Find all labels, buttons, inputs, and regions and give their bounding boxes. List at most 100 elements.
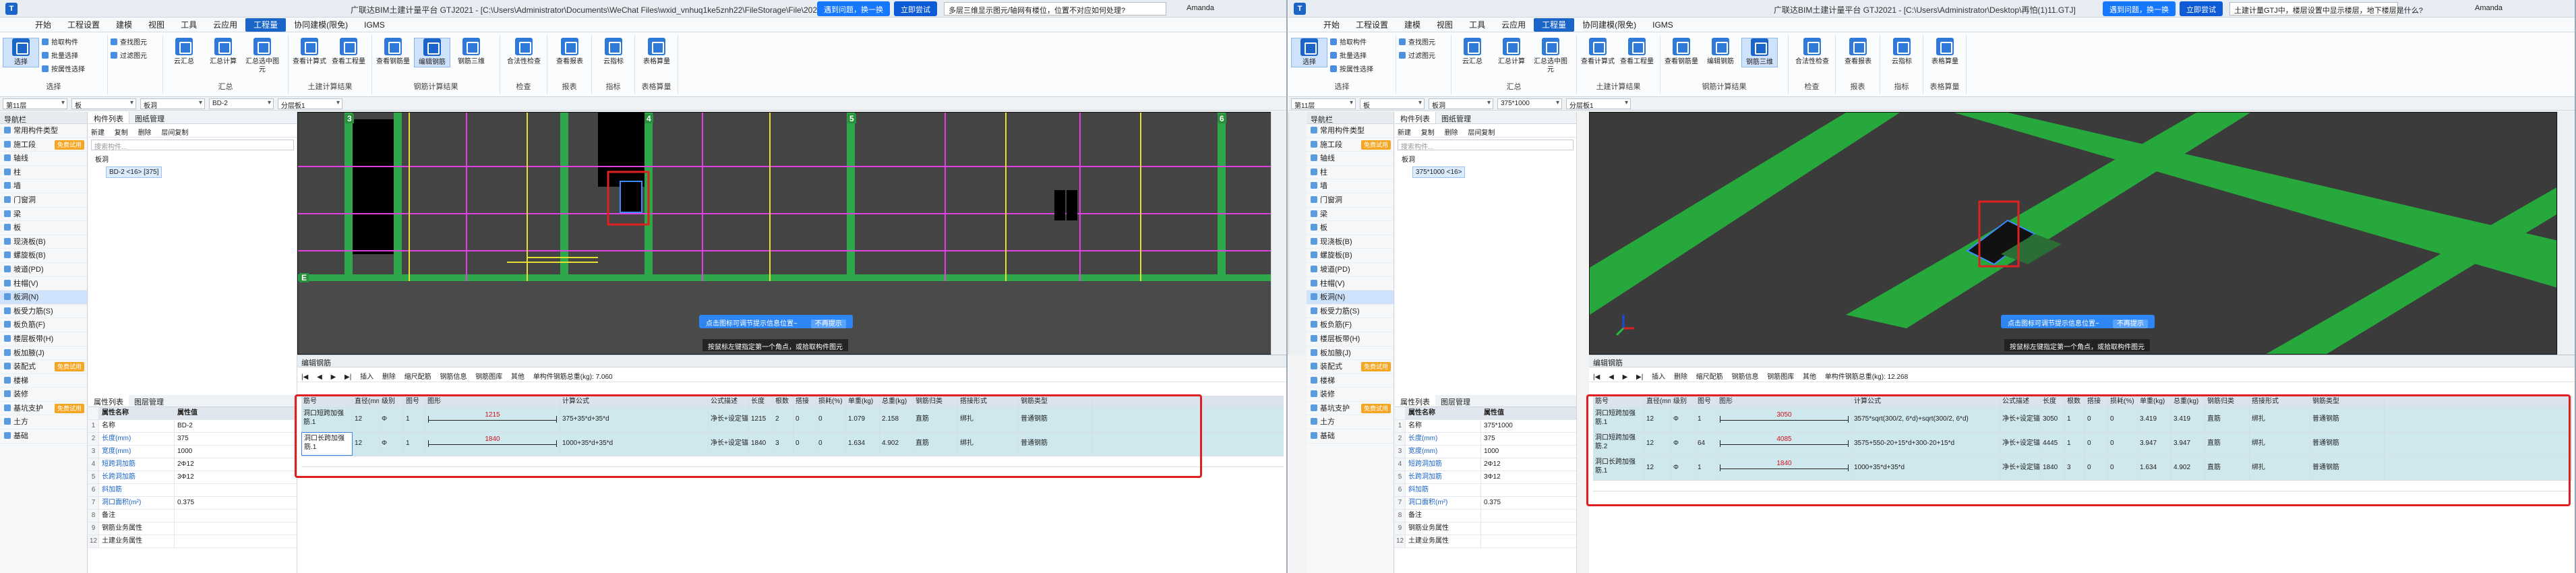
nav-prev-icon[interactable]: ◀ xyxy=(1609,373,1614,381)
cloud-summary-button[interactable]: 云汇总 xyxy=(1454,38,1491,66)
nav-item[interactable]: 板洞(N) xyxy=(1307,291,1394,305)
nav-item[interactable]: 装配式 免费试用 xyxy=(1307,360,1394,374)
rebar-3d-button[interactable]: 钢筋三维 xyxy=(1741,38,1778,67)
prop-row[interactable]: 8 备注 xyxy=(1395,510,1576,522)
component-search-input[interactable]: 搜索构件... xyxy=(1398,140,1574,151)
nav-next-icon[interactable]: ▶ xyxy=(331,373,336,381)
filter-element-button[interactable]: 过滤图元 xyxy=(1399,51,1435,62)
type-select[interactable]: 板洞 xyxy=(1429,98,1493,110)
prop-row[interactable]: 2 长度(mm) 375 xyxy=(88,433,297,446)
nav-item[interactable]: 板 xyxy=(0,221,87,235)
menu-quantity[interactable]: 工程量 xyxy=(1534,18,1575,32)
nav-item[interactable]: 基坑支护 免费试用 xyxy=(1307,402,1394,416)
nav-item[interactable]: 坡道(PD) xyxy=(0,263,87,277)
prop-row[interactable]: 4 短跨洞加筋 2Φ12 xyxy=(88,458,297,471)
cloud-index-button[interactable]: 云指标 xyxy=(1884,38,1920,66)
nav-item[interactable]: 板负筋(F) xyxy=(1307,318,1394,332)
new-button[interactable]: 新建 xyxy=(1398,129,1411,137)
menu-tools[interactable]: 工具 xyxy=(173,18,205,32)
delete-row-button[interactable]: 删除 xyxy=(1674,373,1687,381)
prop-row[interactable]: 12 土建业务属性 xyxy=(1395,535,1576,548)
view-report-button[interactable]: 查看报表 xyxy=(551,38,588,66)
component-select[interactable]: BD-2 xyxy=(209,98,274,109)
view-quantity-button[interactable]: 查看工程量 xyxy=(1619,38,1655,66)
nav-item[interactable]: 土方 xyxy=(0,415,87,430)
3d-viewport[interactable]: 点击图标可调节提示信息位置~ 不再提示 按鼠标左键指定第一个角点，或拾取构件图元 xyxy=(1589,112,2557,355)
nav-item[interactable]: 土方 xyxy=(1307,415,1394,430)
tab-layers[interactable]: 图层管理 xyxy=(129,395,169,406)
copy-button[interactable]: 复制 xyxy=(115,129,128,137)
menu-start[interactable]: 开始 xyxy=(27,18,59,32)
nav-item[interactable]: 梁 xyxy=(0,208,87,222)
other-menu[interactable]: 其他 xyxy=(511,373,525,381)
nav-item[interactable]: 墙 xyxy=(0,179,87,193)
help-banner[interactable]: 遇到问题，换一换 xyxy=(817,1,890,16)
prop-row[interactable]: 8 备注 xyxy=(88,510,297,522)
nav-prev-icon[interactable]: ◀ xyxy=(317,373,322,381)
user-name[interactable]: Amanda xyxy=(2475,4,2503,12)
prop-value[interactable]: 2Φ12 xyxy=(1481,458,1576,471)
nav-item[interactable]: 螺旋板(B) xyxy=(1307,249,1394,263)
nav-item[interactable]: 轴线 xyxy=(0,152,87,166)
nav-item[interactable]: 楼层板带(H) xyxy=(1307,332,1394,346)
dont-show-button[interactable]: 不再提示 xyxy=(2112,320,2148,328)
tab-props[interactable]: 属性列表 xyxy=(88,395,129,406)
delete-button[interactable]: 删除 xyxy=(1445,129,1458,137)
select-button[interactable]: 选择 xyxy=(1291,38,1327,67)
select-button[interactable]: 选择 xyxy=(3,38,39,67)
nav-item[interactable]: 楼梯 xyxy=(1307,374,1394,388)
nav-last-icon[interactable]: ▶| xyxy=(345,373,351,381)
cloud-summary-button[interactable]: 云汇总 xyxy=(166,38,202,66)
nav-item[interactable]: 柱 xyxy=(0,166,87,180)
cloud-index-button[interactable]: 云指标 xyxy=(595,38,632,66)
find-element-button[interactable]: 查找图元 xyxy=(1399,38,1435,49)
prop-row[interactable]: 3 宽度(mm) 1000 xyxy=(88,446,297,458)
rebar-library-button[interactable]: 钢筋图库 xyxy=(475,373,502,381)
dont-show-button[interactable]: 不再提示 xyxy=(810,320,846,328)
batch-select-button[interactable]: 批量选择 xyxy=(1330,51,1367,62)
menu-collab[interactable]: 协同建模(限免) xyxy=(1574,18,1644,32)
prop-value[interactable]: 375 xyxy=(1481,433,1576,445)
drawing-viewport[interactable]: 3 4 5 6 E 点击图标可调节提示信息位置~ 不再提示 按鼠标左键指定第一个角… xyxy=(297,112,1286,355)
select-by-prop-button[interactable]: 按属性选择 xyxy=(1330,65,1373,76)
category-select[interactable]: 板 xyxy=(1360,98,1425,110)
prop-value[interactable]: 3Φ12 xyxy=(175,471,297,483)
view-formula-button[interactable]: 查看计算式 xyxy=(291,38,328,66)
validity-check-button[interactable]: 合法性检查 xyxy=(1794,38,1830,66)
nav-item[interactable]: 现浇板(B) xyxy=(1307,235,1394,249)
tab-component-list[interactable]: 构件列表 xyxy=(1395,112,1436,123)
floor-copy-button[interactable]: 层间复制 xyxy=(161,129,188,137)
insert-button[interactable]: 插入 xyxy=(360,373,373,381)
edit-rebar-button[interactable]: 编辑钢筋 xyxy=(1702,38,1739,66)
try-now-button[interactable]: 立即尝试 xyxy=(894,1,937,16)
nav-item[interactable]: 板受力筋(S) xyxy=(0,305,87,319)
nav-item[interactable]: 螺旋板(B) xyxy=(0,249,87,263)
prop-value[interactable] xyxy=(175,510,297,522)
table-calc-button[interactable]: 表格算量 xyxy=(638,38,675,66)
tree-root[interactable]: 板洞 xyxy=(1395,152,1576,165)
rebar-info-button[interactable]: 钢筋信息 xyxy=(1731,373,1758,381)
prop-value[interactable] xyxy=(175,522,297,535)
component-select[interactable]: 375*1000 xyxy=(1497,98,1562,109)
user-name[interactable]: Amanda xyxy=(1187,4,1214,12)
prop-value[interactable]: 2Φ12 xyxy=(175,458,297,471)
menu-modeling[interactable]: 建模 xyxy=(108,18,140,32)
type-select[interactable]: 板洞 xyxy=(140,98,205,110)
menu-view[interactable]: 视图 xyxy=(140,18,173,32)
prop-value[interactable] xyxy=(175,535,297,547)
menu-cloud[interactable]: 云应用 xyxy=(1493,18,1534,32)
nav-item[interactable]: 轴线 xyxy=(1307,152,1394,166)
prop-value[interactable]: 1000 xyxy=(1481,446,1576,458)
batch-select-button[interactable]: 批量选择 xyxy=(42,51,78,62)
nav-next-icon[interactable]: ▶ xyxy=(1623,373,1628,381)
view-quantity-button[interactable]: 查看工程量 xyxy=(330,38,367,66)
prop-row[interactable]: 12 土建业务属性 xyxy=(88,535,297,548)
nav-item[interactable]: 板负筋(F) xyxy=(0,318,87,332)
nav-item[interactable]: 板加腋(J) xyxy=(1307,346,1394,361)
nav-item[interactable]: 墙 xyxy=(1307,179,1394,193)
view-rebar-button[interactable]: 查看钢筋量 xyxy=(1663,38,1700,66)
nav-item[interactable]: 门窗洞 xyxy=(0,193,87,208)
menu-cloud[interactable]: 云应用 xyxy=(205,18,245,32)
menu-modeling[interactable]: 建模 xyxy=(1396,18,1429,32)
prop-row[interactable]: 9 钢筋业务属性 xyxy=(1395,522,1576,535)
